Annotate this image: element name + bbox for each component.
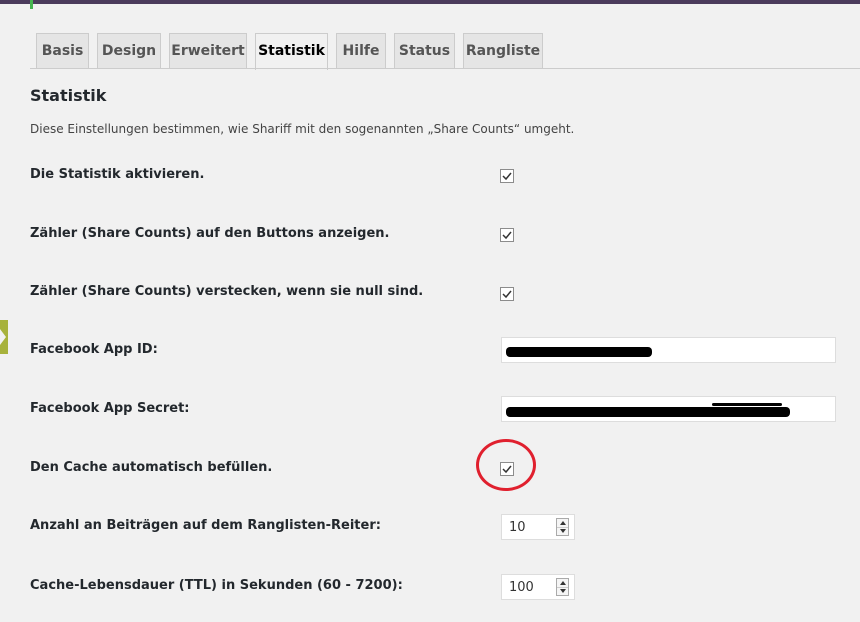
- ranking-count-label: Anzahl an Beiträgen auf dem Ranglisten-R…: [30, 518, 381, 533]
- redaction-mark: [712, 403, 782, 406]
- enable-stats-label: Die Statistik aktivieren.: [30, 167, 205, 182]
- tabs-divider: [30, 68, 860, 69]
- ranking-count-input[interactable]: 10: [501, 514, 575, 540]
- tab-design[interactable]: Design: [97, 33, 161, 68]
- checkmark-icon: [502, 231, 512, 240]
- annotation-circle: [476, 439, 536, 491]
- admin-bar-accent: [30, 0, 33, 9]
- enable-stats-checkbox[interactable]: [500, 169, 514, 183]
- hide-zero-checkbox[interactable]: [500, 287, 514, 301]
- fb-app-id-label: Facebook App ID:: [30, 342, 158, 357]
- cache-ttl-input[interactable]: 100: [501, 574, 575, 600]
- show-counts-checkbox[interactable]: [500, 228, 514, 242]
- stepper-down-icon[interactable]: [557, 527, 568, 535]
- section-description: Diese Einstellungen bestimmen, wie Shari…: [30, 122, 575, 136]
- tab-statistik[interactable]: Statistik: [255, 33, 328, 70]
- menu-arrow-icon: [0, 329, 6, 345]
- tab-status[interactable]: Status: [394, 33, 455, 68]
- fb-app-id-input[interactable]: [501, 337, 836, 363]
- stepper-down-icon[interactable]: [557, 587, 568, 595]
- show-counts-label: Zähler (Share Counts) auf den Buttons an…: [30, 226, 390, 241]
- ranking-count-value: 10: [509, 520, 526, 535]
- tab-basis[interactable]: Basis: [36, 33, 89, 68]
- tab-erweitert[interactable]: Erweitert: [169, 33, 247, 68]
- tab-hilfe[interactable]: Hilfe: [336, 33, 386, 68]
- page-title: Statistik: [30, 86, 107, 105]
- cache-ttl-value: 100: [509, 580, 534, 595]
- checkmark-icon: [502, 290, 512, 299]
- cache-ttl-label: Cache-Lebensdauer (TTL) in Sekunden (60 …: [30, 578, 403, 593]
- ranking-count-stepper[interactable]: [556, 518, 569, 536]
- auto-cache-label: Den Cache automatisch befüllen.: [30, 460, 273, 475]
- redaction-mark: [506, 407, 790, 417]
- checkmark-icon: [502, 172, 512, 181]
- admin-bar-edge: [0, 0, 860, 9]
- fb-app-secret-label: Facebook App Secret:: [30, 401, 190, 416]
- redaction-mark: [506, 347, 652, 357]
- hide-zero-label: Zähler (Share Counts) verstecken, wenn s…: [30, 284, 424, 299]
- cache-ttl-stepper[interactable]: [556, 578, 569, 596]
- admin-menu-current-indicator: [0, 320, 8, 354]
- fb-app-secret-input[interactable]: [501, 396, 836, 422]
- tab-rangliste[interactable]: Rangliste: [463, 33, 543, 68]
